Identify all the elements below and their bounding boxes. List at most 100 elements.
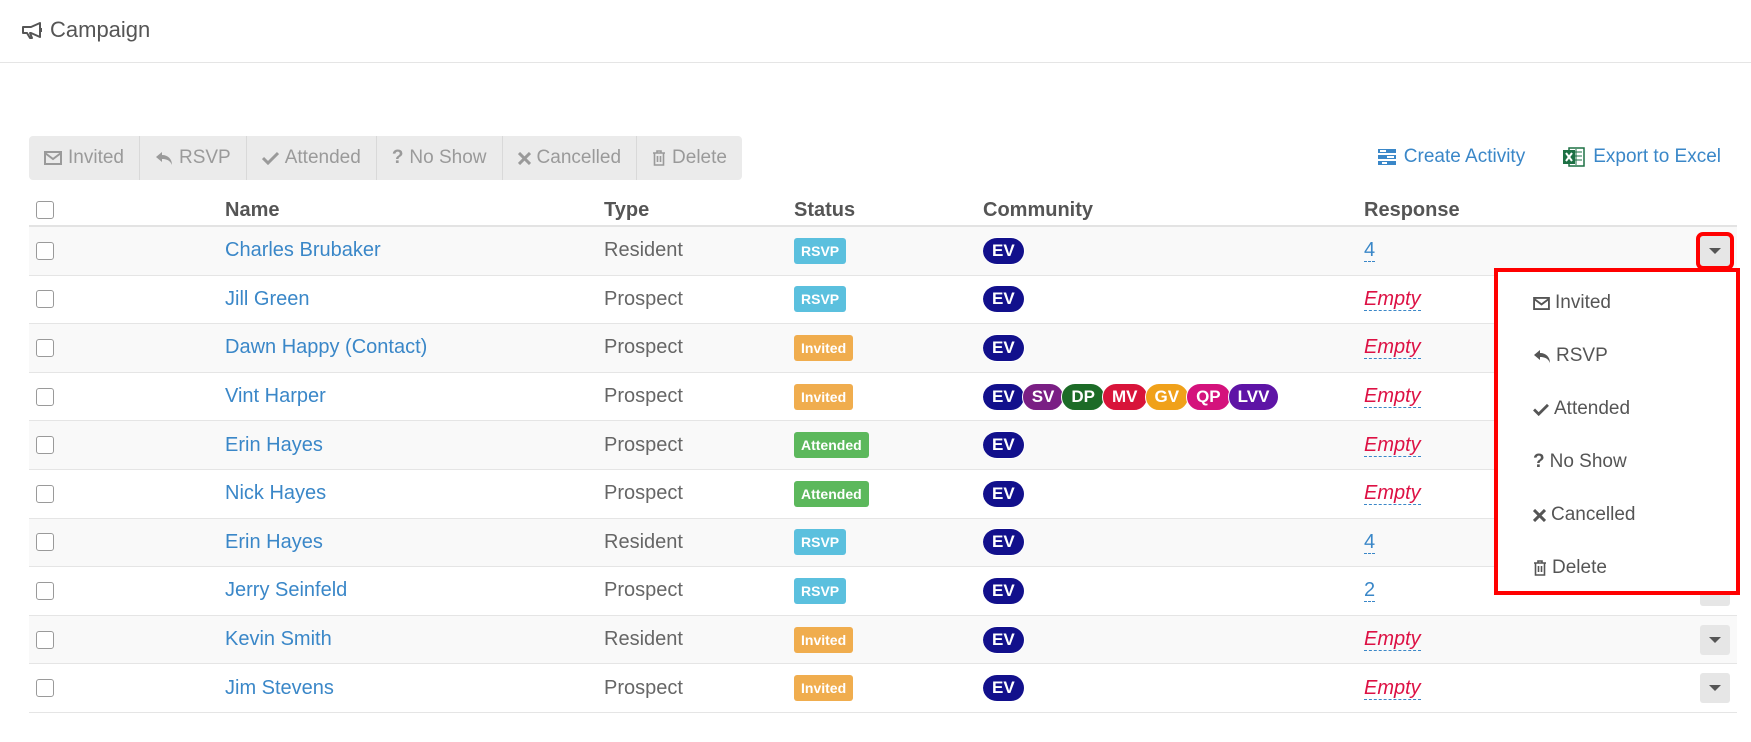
community-badge: EV [983, 285, 1025, 314]
caret-down-icon [1709, 685, 1721, 692]
dropdown-rsvp[interactable]: RSVP [1533, 345, 1608, 367]
bulk-delete-button[interactable]: Delete [637, 136, 742, 180]
type-cell: Prospect [604, 676, 683, 699]
dropdown-no-show[interactable]: ? No Show [1533, 451, 1627, 473]
contact-name-link[interactable]: Nick Hayes [225, 482, 326, 505]
table-header: Name Type Status Community Response [29, 193, 1737, 227]
header-response[interactable]: Response [1364, 193, 1460, 227]
row-select-cell [36, 373, 54, 421]
row-checkbox[interactable] [36, 338, 54, 357]
row-checkbox[interactable] [36, 436, 54, 455]
response-editable[interactable]: Empty [1364, 385, 1421, 409]
response-editable[interactable]: 4 [1364, 239, 1376, 263]
status-badge: Attended [794, 480, 869, 507]
dropdown-cancelled[interactable]: Cancelled [1533, 504, 1636, 526]
bulk-cancelled-button[interactable]: Cancelled [503, 136, 638, 180]
name-cell: Jerry Seinfeld [225, 567, 347, 615]
contact-name-link[interactable]: Jerry Seinfeld [225, 579, 347, 602]
header-community[interactable]: Community [983, 193, 1093, 227]
row-menu-cell [1700, 664, 1730, 712]
export-excel-link[interactable]: Export to Excel [1563, 146, 1721, 168]
name-cell: Erin Hayes [225, 421, 323, 469]
community-badge: EV [983, 625, 1025, 654]
table-row: Erin Hayes Prospect Attended EV Empty [29, 421, 1737, 470]
row-action-dropdown-button[interactable] [1700, 624, 1730, 655]
create-activity-label: Create Activity [1403, 146, 1526, 167]
row-checkbox[interactable] [36, 387, 54, 406]
select-all-checkbox[interactable] [36, 201, 54, 219]
contact-name-link[interactable]: Vint Harper [225, 385, 326, 408]
status-badge: Attended [794, 432, 869, 459]
contact-name-link[interactable]: Erin Hayes [225, 531, 323, 554]
bulk-attended-label: Attended [284, 147, 361, 168]
community-badge: EV [983, 576, 1025, 605]
row-action-dropdown-button[interactable] [1696, 231, 1734, 270]
response-editable[interactable]: Empty [1364, 677, 1421, 700]
row-checkbox[interactable] [36, 484, 54, 503]
create-activity-link[interactable]: Create Activity [1377, 146, 1526, 168]
row-checkbox[interactable] [36, 679, 54, 698]
name-cell: Charles Brubaker [225, 227, 381, 275]
dropdown-attended[interactable]: Attended [1533, 398, 1630, 420]
dropdown-invited[interactable]: Invited [1533, 292, 1611, 314]
table-row: Vint Harper Prospect Invited EV SV DP MV GV QP LV… [29, 373, 1737, 422]
response-editable[interactable]: Empty [1364, 288, 1421, 311]
dropdown-cancelled-label: Cancelled [1551, 504, 1636, 525]
response-cell: Empty [1364, 373, 1421, 421]
response-editable[interactable]: 2 [1364, 579, 1376, 603]
row-checkbox[interactable] [36, 533, 54, 552]
contact-name-link[interactable]: Jill Green [225, 288, 309, 311]
page-header: Campaign [0, 0, 1751, 63]
response-editable[interactable]: Empty [1364, 628, 1421, 652]
header-name[interactable]: Name [225, 193, 279, 227]
row-select-cell [36, 324, 54, 372]
row-checkbox[interactable] [36, 241, 54, 260]
community-cell: EV [983, 470, 1025, 518]
status-badge: Invited [794, 626, 854, 653]
response-editable[interactable]: Empty [1364, 336, 1421, 360]
envelope-icon [44, 151, 62, 165]
response-cell: Empty [1364, 664, 1421, 712]
status-badge: Invited [794, 675, 854, 702]
row-menu-cell [1700, 616, 1730, 664]
response-editable[interactable]: Empty [1364, 482, 1421, 506]
response-cell: Empty [1364, 276, 1421, 324]
page-actions: Create Activity Export to Excel [1377, 146, 1721, 168]
community-cell: EV SV DP MV GV QP LVV [983, 373, 1280, 421]
header-type[interactable]: Type [604, 193, 649, 227]
bulk-rsvp-button[interactable]: RSVP [140, 136, 247, 180]
status-cell: RSVP [794, 276, 847, 324]
community-badge: EV [983, 431, 1025, 460]
bulk-invited-button[interactable]: Invited [29, 136, 140, 180]
response-editable[interactable]: 4 [1364, 531, 1376, 554]
table-row: Jill Green Prospect RSVP EV Empty [29, 276, 1737, 325]
response-cell: 4 [1364, 227, 1376, 275]
bulk-no-show-button[interactable]: ? No Show [377, 136, 503, 180]
row-select-cell [36, 664, 54, 712]
community-cell: EV [983, 567, 1025, 615]
row-checkbox[interactable] [36, 630, 54, 649]
bulk-cancelled-label: Cancelled [536, 147, 622, 168]
contact-name-link[interactable]: Erin Hayes [225, 434, 323, 457]
row-checkbox[interactable] [36, 290, 54, 309]
type-cell: Prospect [604, 385, 683, 408]
type-cell: Prospect [604, 433, 683, 456]
response-editable[interactable]: Empty [1364, 434, 1421, 457]
row-checkbox[interactable] [36, 581, 54, 600]
community-cell: EV [983, 421, 1025, 469]
status-cell: Attended [794, 470, 869, 518]
status-cell: Invited [794, 664, 854, 712]
contact-name-link[interactable]: Jim Stevens [225, 677, 334, 700]
response-cell: 2 [1364, 567, 1376, 615]
community-cell: EV [983, 616, 1025, 664]
dropdown-delete[interactable]: Delete [1533, 557, 1607, 579]
contact-name-link[interactable]: Dawn Happy (Contact) [225, 336, 427, 359]
contact-name-link[interactable]: Kevin Smith [225, 628, 332, 651]
community-badge: LVV [1227, 382, 1280, 411]
header-status[interactable]: Status [794, 193, 855, 227]
row-action-dropdown-button[interactable] [1700, 673, 1730, 704]
dropdown-attended-label: Attended [1554, 398, 1631, 419]
response-cell: 4 [1364, 519, 1376, 567]
contact-name-link[interactable]: Charles Brubaker [225, 239, 381, 262]
bulk-attended-button[interactable]: Attended [247, 136, 377, 180]
